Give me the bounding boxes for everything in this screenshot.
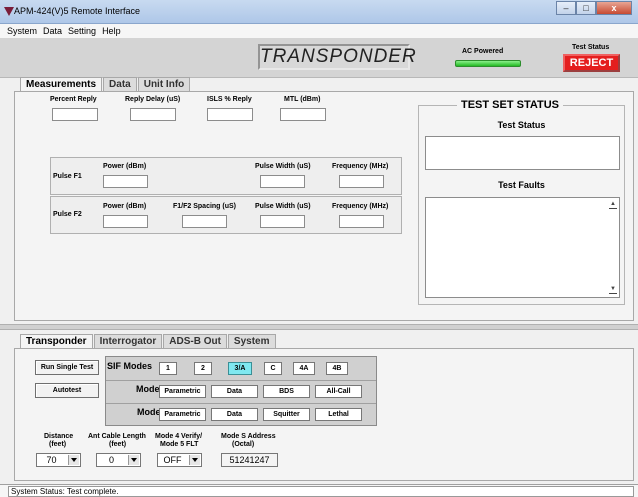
pulse-f1-frequency-label: Frequency (MHz) xyxy=(332,163,389,170)
menu-bar: System Data Setting Help xyxy=(0,24,638,38)
test-status-field xyxy=(425,136,620,170)
pulse-f2-frequency-field xyxy=(339,215,384,228)
test-status-heading: Test Status xyxy=(497,120,546,130)
window-title: APM-424(V)5 Remote Interface xyxy=(14,6,141,16)
sif-mode-1-button[interactable]: 1 xyxy=(159,362,177,375)
ac-powered-indicator xyxy=(455,60,521,67)
tab-measurements[interactable]: Measurements xyxy=(20,77,103,92)
menu-system[interactable]: System xyxy=(4,24,40,38)
menu-setting[interactable]: Setting xyxy=(65,24,99,38)
chevron-down-icon xyxy=(189,455,200,465)
tab-transponder[interactable]: Transponder xyxy=(20,334,93,349)
test-status-indicator: REJECT xyxy=(563,54,620,72)
mode-s-bds-button[interactable]: BDS xyxy=(263,385,310,398)
pulse-f2-power-label: Power (dBm) xyxy=(103,203,147,210)
app-logo-icon xyxy=(4,7,14,16)
pulse-f2-frequency-label: Frequency (MHz) xyxy=(332,203,389,210)
sif-mode-4b-button[interactable]: 4B xyxy=(326,362,348,375)
mode-5-lethal-button[interactable]: Lethal xyxy=(315,408,362,421)
mode4-verify-select[interactable]: OFF xyxy=(157,453,202,467)
maximize-button[interactable]: □ xyxy=(576,1,596,15)
mode5-flt-label: Mode 5 FLT xyxy=(160,441,199,448)
pulse-f1-power-field xyxy=(103,175,148,188)
menu-data[interactable]: Data xyxy=(40,24,65,38)
scroll-up-icon[interactable]: ▲ xyxy=(609,201,617,209)
grid-divider xyxy=(106,403,376,404)
cable-length-label: Ant Cable Length xyxy=(88,433,146,440)
mode-s-all-call-button[interactable]: All-Call xyxy=(315,385,362,398)
mode-5-data-button[interactable]: Data xyxy=(211,408,258,421)
test-set-status-group: TEST SET STATUS Test Status Test Faults … xyxy=(418,99,625,305)
pulse-f2-width-field xyxy=(260,215,305,228)
distance-select[interactable]: 70 xyxy=(36,453,81,467)
lower-tab-bar: Transponder Interrogator ADS-B Out Syste… xyxy=(20,334,277,349)
panel-divider[interactable] xyxy=(0,324,638,330)
grid-divider xyxy=(106,380,376,381)
percent-reply-field xyxy=(52,108,98,121)
pulse-f1-width-field xyxy=(260,175,305,188)
reply-delay-label: Reply Delay (uS) xyxy=(125,96,181,103)
chevron-down-icon xyxy=(68,455,79,465)
isls-reply-field xyxy=(207,108,253,121)
sif-mode-4a-button[interactable]: 4A xyxy=(293,362,315,375)
sif-mode-3a-button[interactable]: 3/A xyxy=(228,362,252,375)
ac-powered-label: AC Powered xyxy=(462,48,504,55)
title-bar: APM-424(V)5 Remote Interface – □ x xyxy=(0,0,638,24)
distance-unit-label: (feet) xyxy=(49,441,67,448)
autotest-button[interactable]: Autotest xyxy=(35,383,99,398)
mode4-verify-label: Mode 4 Verify/ xyxy=(155,433,203,440)
pulse-f2-label: Pulse F2 xyxy=(53,211,82,218)
sif-modes-label: SIF Modes xyxy=(106,361,152,371)
percent-reply-label: Percent Reply xyxy=(50,96,97,103)
pulse-f1-power-label: Power (dBm) xyxy=(103,163,147,170)
system-status-text: System Status: Test complete. xyxy=(8,486,634,497)
scroll-down-icon[interactable]: ▼ xyxy=(609,286,617,294)
close-button[interactable]: x xyxy=(596,1,632,15)
sif-mode-c-button[interactable]: C xyxy=(264,362,282,375)
tab-data[interactable]: Data xyxy=(103,77,137,91)
mode-5-squitter-button[interactable]: Squitter xyxy=(263,408,310,421)
header: TRANSPONDER AC Powered Test Status REJEC… xyxy=(0,38,638,78)
pulse-f1-label: Pulse F1 xyxy=(53,173,82,180)
tab-ads-b-out[interactable]: ADS-B Out xyxy=(163,334,227,348)
mtl-label: MTL (dBm) xyxy=(284,96,321,103)
mode-s-address-unit-label: (Octal) xyxy=(232,441,255,448)
pulse-f2-power-field xyxy=(103,215,148,228)
test-faults-field[interactable]: ▲ ▼ xyxy=(425,197,620,298)
run-single-test-button[interactable]: Run Single Test xyxy=(35,360,99,375)
pulse-f1-width-label: Pulse Width (uS) xyxy=(255,163,311,170)
isls-reply-label: ISLS % Reply xyxy=(207,96,252,103)
mode-s-address-field[interactable]: 51241247 xyxy=(221,453,278,467)
upper-tab-bar: Measurements Data Unit Info xyxy=(20,77,191,92)
test-faults-heading: Test Faults xyxy=(498,180,545,190)
pulse-f2-width-label: Pulse Width (uS) xyxy=(255,203,311,210)
tab-system[interactable]: System xyxy=(227,334,276,348)
mode-selection-grid: SIF Modes 1 2 3/A C 4A 4B Mode S Paramet… xyxy=(105,356,377,426)
distance-label: Distance xyxy=(44,433,74,440)
minimize-button[interactable]: – xyxy=(556,1,576,15)
menu-help[interactable]: Help xyxy=(99,24,124,38)
pulse-f2-spacing-label: F1/F2 Spacing (uS) xyxy=(173,203,237,210)
test-status-label: Test Status xyxy=(572,44,610,51)
tab-interrogator[interactable]: Interrogator xyxy=(93,334,163,348)
mtl-field xyxy=(280,108,326,121)
window-controls: – □ x xyxy=(556,1,632,15)
test-set-status-title: TEST SET STATUS xyxy=(457,99,563,111)
status-bar: System Status: Test complete. xyxy=(0,484,638,497)
mode-s-data-button[interactable]: Data xyxy=(211,385,258,398)
mode-s-address-label: Mode S Address xyxy=(221,433,276,440)
mode-5-parametric-button[interactable]: Parametric xyxy=(159,408,206,421)
sif-mode-2-button[interactable]: 2 xyxy=(194,362,212,375)
pulse-f1-frequency-field xyxy=(339,175,384,188)
pulse-f2-spacing-field xyxy=(182,215,227,228)
chevron-down-icon xyxy=(128,455,139,465)
tab-unit-info[interactable]: Unit Info xyxy=(137,77,191,91)
mode-s-parametric-button[interactable]: Parametric xyxy=(159,385,206,398)
cable-length-unit-label: (feet) xyxy=(109,441,127,448)
reply-delay-field xyxy=(130,108,176,121)
cable-length-select[interactable]: 0 xyxy=(96,453,141,467)
mode-title: TRANSPONDER xyxy=(258,44,416,70)
